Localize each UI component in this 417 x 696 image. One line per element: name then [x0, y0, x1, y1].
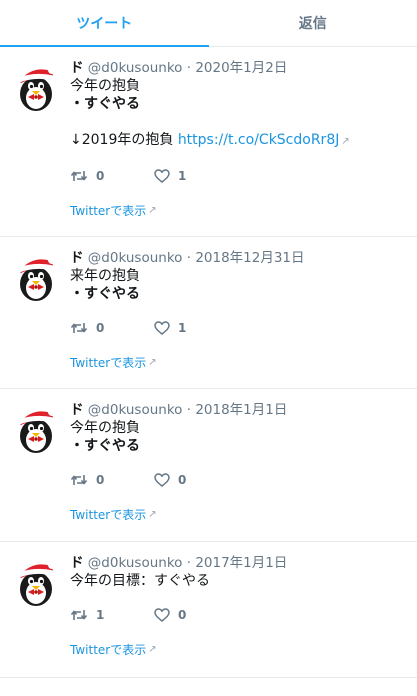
- like-button[interactable]: 1: [154, 321, 238, 335]
- tweet-date[interactable]: 2020年1月2日: [195, 60, 287, 76]
- view-on-twitter-link[interactable]: Twitterで表示 ↗: [70, 641, 157, 658]
- avatar[interactable]: [11, 556, 61, 606]
- tweet-actions: 0 1: [70, 166, 405, 186]
- view-on-twitter-label: Twitterで表示: [70, 508, 147, 522]
- tweet-line: 来年の抱負: [70, 268, 140, 284]
- tweet-line: ・すぐやる: [70, 286, 140, 302]
- retweet-button[interactable]: 0: [70, 169, 154, 183]
- tab-tweets[interactable]: ツイート: [0, 0, 209, 47]
- retweet-count: 0: [96, 169, 105, 183]
- tweet-header: ド @d0kusounko · 2020年1月2日: [70, 59, 405, 77]
- view-on-twitter-label: Twitterで表示: [70, 356, 147, 370]
- penguin-santa-avatar-image: [11, 251, 61, 301]
- display-name[interactable]: ド: [70, 555, 84, 571]
- view-on-twitter-label: Twitterで表示: [70, 204, 147, 218]
- external-link-icon: ↗: [148, 205, 157, 216]
- tab-bar: ツイート 返信: [0, 0, 417, 47]
- avatar[interactable]: [11, 61, 61, 111]
- tweet-feed: ド @d0kusounko · 2020年1月2日 今年の抱負 ・すぐやる ↓2…: [0, 47, 417, 678]
- tweet-header: ド @d0kusounko · 2018年1月1日: [70, 401, 405, 419]
- penguin-santa-avatar-image: [11, 61, 61, 111]
- retweet-count: 0: [96, 473, 105, 487]
- like-count: 1: [178, 169, 187, 183]
- tweet-line-text: ↓2019年の抱負: [70, 132, 174, 148]
- tweet-line: ・すぐやる: [70, 96, 140, 112]
- like-count: 1: [178, 321, 187, 335]
- retweet-icon: [70, 321, 88, 335]
- tweet-line: ↓2019年の抱負 https://t.co/CkScdoRr8J ↗: [70, 131, 405, 151]
- user-handle[interactable]: @d0kusounko: [88, 250, 183, 266]
- retweet-icon: [70, 608, 88, 622]
- tweet-actions: 1 0: [70, 605, 405, 625]
- tweet-date[interactable]: 2017年1月1日: [195, 555, 287, 571]
- like-button[interactable]: 0: [154, 608, 238, 622]
- penguin-santa-avatar-image: [11, 556, 61, 606]
- heart-icon: [154, 169, 170, 183]
- external-link-icon: ↗: [148, 509, 157, 520]
- avatar[interactable]: [11, 251, 61, 301]
- heart-icon: [154, 608, 170, 622]
- retweet-count: 0: [96, 321, 105, 335]
- external-link-icon: ↗: [148, 644, 157, 655]
- tweet-actions: 0 0: [70, 470, 405, 490]
- display-name[interactable]: ド: [70, 60, 84, 76]
- view-on-twitter-label: Twitterで表示: [70, 643, 147, 657]
- retweet-button[interactable]: 0: [70, 473, 154, 487]
- tweet-header: ド @d0kusounko · 2017年1月1日: [70, 554, 405, 572]
- tweet-line: ・すぐやる: [70, 438, 140, 454]
- tab-replies[interactable]: 返信: [209, 0, 417, 46]
- display-name[interactable]: ド: [70, 250, 84, 266]
- separator: ·: [186, 402, 192, 418]
- tweet: ド @d0kusounko · 2018年12月31日 来年の抱負 ・すぐやる …: [0, 237, 417, 389]
- like-button[interactable]: 0: [154, 473, 238, 487]
- separator: ·: [186, 60, 192, 76]
- retweet-button[interactable]: 1: [70, 608, 154, 622]
- heart-icon: [154, 473, 170, 487]
- view-on-twitter-link[interactable]: Twitterで表示 ↗: [70, 202, 157, 219]
- tweet-header: ド @d0kusounko · 2018年12月31日: [70, 249, 405, 267]
- retweet-icon: [70, 169, 88, 183]
- view-on-twitter-link[interactable]: Twitterで表示 ↗: [70, 506, 157, 523]
- user-handle[interactable]: @d0kusounko: [88, 402, 183, 418]
- retweet-button[interactable]: 0: [70, 321, 154, 335]
- tweet: ド @d0kusounko · 2018年1月1日 今年の抱負 ・すぐやる 0 …: [0, 389, 417, 542]
- penguin-santa-avatar-image: [11, 403, 61, 453]
- tweet-text: 今年の抱負 ・すぐやる ↓2019年の抱負 https://t.co/CkScd…: [70, 77, 405, 151]
- tweet-date[interactable]: 2018年1月1日: [195, 402, 287, 418]
- like-button[interactable]: 1: [154, 169, 238, 183]
- tweet-line: 今年の抱負: [70, 78, 140, 94]
- external-link-icon: ↗: [341, 136, 350, 147]
- tweet-link[interactable]: https://t.co/CkScdoRr8J: [178, 132, 340, 148]
- display-name[interactable]: ド: [70, 402, 84, 418]
- separator: ·: [186, 555, 192, 571]
- tweet-text: 来年の抱負 ・すぐやる: [70, 267, 405, 303]
- tweet-text: 今年の抱負 ・すぐやる: [70, 419, 405, 455]
- tweet-text: 今年の目標：すぐやる: [70, 572, 405, 590]
- retweet-count: 1: [96, 608, 105, 622]
- avatar[interactable]: [11, 403, 61, 453]
- separator: ·: [186, 250, 192, 266]
- tweet-date[interactable]: 2018年12月31日: [195, 250, 304, 266]
- like-count: 0: [178, 473, 187, 487]
- tweet-actions: 0 1: [70, 318, 405, 338]
- tweet: ド @d0kusounko · 2020年1月2日 今年の抱負 ・すぐやる ↓2…: [0, 47, 417, 237]
- user-handle[interactable]: @d0kusounko: [88, 60, 183, 76]
- view-on-twitter-link[interactable]: Twitterで表示 ↗: [70, 354, 157, 371]
- like-count: 0: [178, 608, 187, 622]
- retweet-icon: [70, 473, 88, 487]
- heart-icon: [154, 321, 170, 335]
- tweet-line: 今年の目標：すぐやる: [70, 573, 210, 589]
- tweet-line: 今年の抱負: [70, 420, 140, 436]
- tweet: ド @d0kusounko · 2017年1月1日 今年の目標：すぐやる 1 0…: [0, 542, 417, 678]
- user-handle[interactable]: @d0kusounko: [88, 555, 183, 571]
- external-link-icon: ↗: [148, 357, 157, 368]
